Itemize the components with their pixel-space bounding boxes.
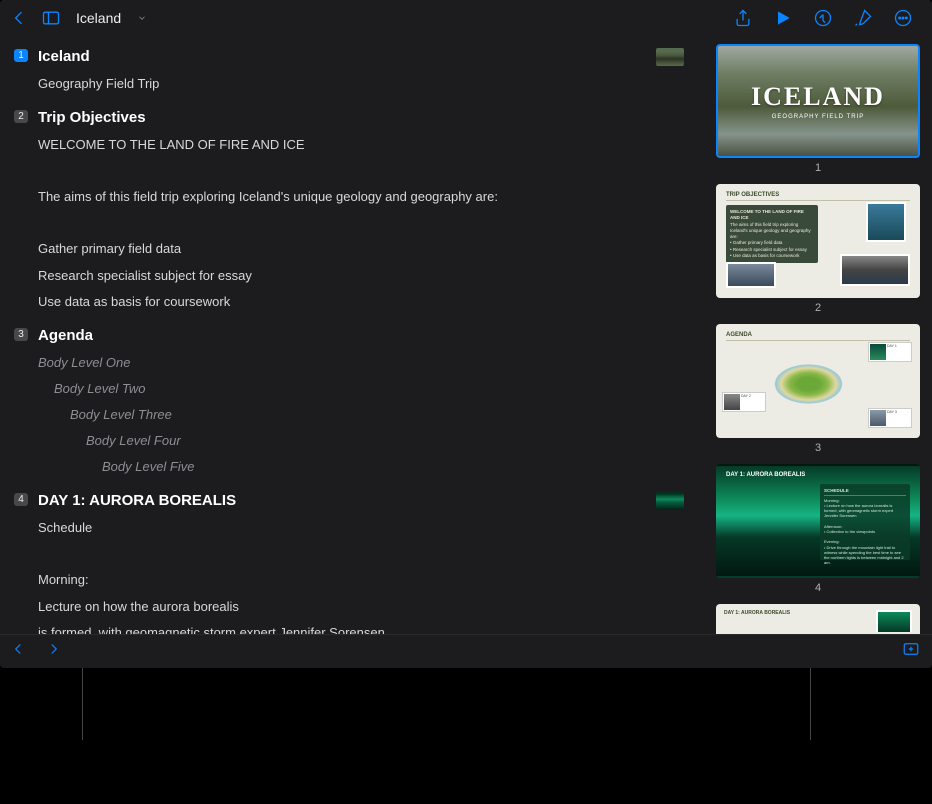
outline-slide-title[interactable]: Trip Objectives [38,109,684,126]
outline-body-text[interactable] [38,543,684,565]
chevron-down-icon[interactable] [131,7,153,29]
outline-placeholder-text[interactable]: Body Level Four [38,430,684,452]
nav-slide-4[interactable]: DAY 1: AURORA BOREALIS SCHEDULE Morning:… [716,464,920,594]
add-slide-icon[interactable] [902,645,920,662]
outline-body-text[interactable]: WELCOME TO THE LAND OF FIRE AND ICE [38,134,684,156]
nav-slide-1[interactable]: ICELAND GEOGRAPHY FIELD TRIP 1 [716,44,920,174]
indent-icon[interactable] [42,640,60,663]
outline-body-text[interactable]: Morning: [38,569,684,591]
outline-slide-title[interactable]: DAY 1: AURORA BOREALIS [38,492,684,509]
nav-thumb-2[interactable]: TRIP OBJECTIVES WELCOME TO THE LAND OF F… [716,184,920,298]
nav-num: 4 [716,582,920,594]
outline-slide-title[interactable]: Agenda [38,327,684,344]
slide-number-badge[interactable]: 2 [14,110,28,123]
share-icon[interactable] [732,7,754,29]
mini-thumb [656,492,684,510]
nav-slide-2[interactable]: TRIP OBJECTIVES WELCOME TO THE LAND OF F… [716,184,920,314]
slide-number-badge[interactable]: 1 [14,49,28,62]
thumb-title: ICELAND [751,82,885,112]
thumb-subtitle: GEOGRAPHY FIELD TRIP [772,114,864,120]
nav-thumb-5[interactable]: DAY 1: AURORA BOREALIS [716,604,920,634]
rewind-icon[interactable] [812,7,834,29]
nav-num: 1 [716,162,920,174]
outline-pane[interactable]: 1IcelandGeography Field Trip2Trip Object… [0,36,704,634]
outline-slide[interactable]: 2Trip ObjectivesWELCOME TO THE LAND OF F… [38,109,684,313]
thumb-image [840,254,910,286]
toolbar: Iceland [0,0,932,36]
outline-body-text[interactable] [38,212,684,234]
outdent-icon[interactable] [12,640,30,663]
footer-bar [0,634,932,668]
outline-body-text[interactable]: The aims of this field trip exploring Ic… [38,186,684,208]
callout-line [810,668,811,740]
nav-thumb-4[interactable]: DAY 1: AURORA BOREALIS SCHEDULE Morning:… [716,464,920,578]
outline-body-text[interactable]: Schedule [38,517,684,539]
format-brush-icon[interactable] [852,7,874,29]
thumb-image [876,610,912,634]
app-window: Iceland 1IcelandGeography Field [0,0,932,668]
outline-body-text[interactable]: Lecture on how the aurora borealis [38,596,684,618]
nav-thumb-1[interactable]: ICELAND GEOGRAPHY FIELD TRIP [716,44,920,158]
outline-body-text[interactable] [38,160,684,182]
thumb-title: AGENDA [726,332,910,341]
outline-body-text[interactable]: Research specialist subject for essay [38,265,684,287]
outline-placeholder-text[interactable]: Body Level One [38,352,684,374]
thumb-title: DAY 1: AURORA BOREALIS [726,472,910,478]
more-icon[interactable] [892,7,914,29]
slide-navigator[interactable]: ICELAND GEOGRAPHY FIELD TRIP 1 TRIP OBJE… [704,36,932,634]
play-icon[interactable] [772,7,794,29]
nav-thumb-3[interactable]: AGENDA DAY 1 DAY 2 DAY 3 [716,324,920,438]
thumb-image [866,202,906,242]
thumb-map [748,344,858,424]
callout-line [82,668,83,740]
nav-num: 3 [716,442,920,454]
outline-body-text[interactable]: Use data as basis for coursework [38,291,684,313]
outline-body-text[interactable]: Geography Field Trip [38,73,684,95]
thumb-day-card: DAY 3 [868,408,912,428]
outline-slide[interactable]: 1IcelandGeography Field Trip [38,48,684,95]
outline-body-text[interactable]: is formed, with geomagnetic storm expert… [38,622,684,634]
back-icon[interactable] [8,7,30,29]
slide-number-badge[interactable]: 3 [14,328,28,341]
thumb-textbox: WELCOME TO THE LAND OF FIRE AND ICE The … [726,205,818,263]
thumb-textbox: SCHEDULE Morning:• Lecture on how the au… [820,484,910,560]
outline-slide-title[interactable]: Iceland [38,48,684,65]
nav-slide-5[interactable]: DAY 1: AURORA BOREALIS [716,604,920,634]
nav-slide-3[interactable]: AGENDA DAY 1 DAY 2 DAY 3 3 [716,324,920,454]
slide-number-badge[interactable]: 4 [14,493,28,506]
thumb-title: TRIP OBJECTIVES [726,192,910,201]
outline-placeholder-text[interactable]: Body Level Five [38,456,684,478]
thumb-day-card: DAY 1 [868,342,912,362]
outline-placeholder-text[interactable]: Body Level Two [38,378,684,400]
outline-body-text[interactable]: Gather primary field data [38,238,684,260]
outline-placeholder-text[interactable]: Body Level Three [38,404,684,426]
outline-slide[interactable]: 3AgendaBody Level OneBody Level TwoBody … [38,327,684,478]
thumb-image [726,262,776,288]
document-title[interactable]: Iceland [76,10,121,26]
thumb-day-card: DAY 2 [722,392,766,412]
mini-thumb [656,48,684,66]
sidebar-icon[interactable] [40,7,62,29]
nav-num: 2 [716,302,920,314]
outline-slide[interactable]: 4DAY 1: AURORA BOREALISSchedule Morning:… [38,492,684,634]
